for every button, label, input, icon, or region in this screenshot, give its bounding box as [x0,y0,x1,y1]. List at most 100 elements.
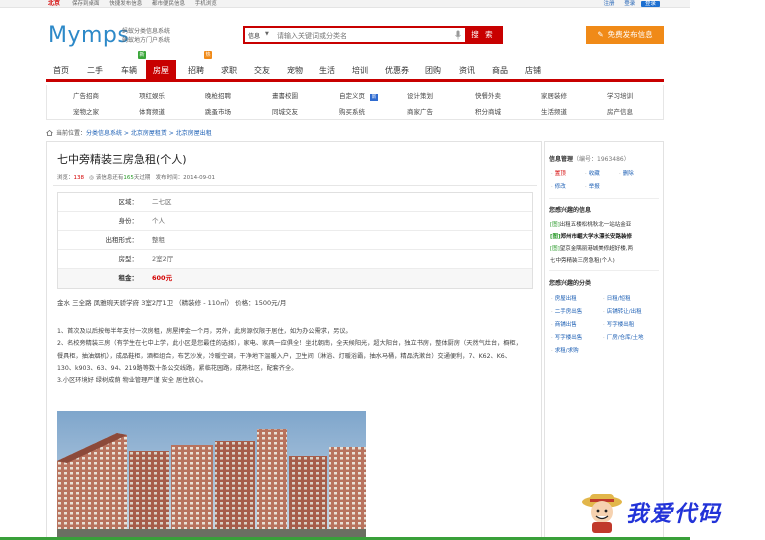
subnav-link[interactable]: 生活频道 [541,106,567,116]
free-post-button[interactable]: ✎ 免费发布信息 [586,26,664,44]
action-edit[interactable]: 修改 [551,182,566,190]
category-link[interactable]: 日租/短租 [603,294,631,302]
category-link[interactable]: 店铺转让/出租 [603,307,642,315]
info-value: 个人 [152,217,165,225]
search-input[interactable] [277,29,457,42]
nav-item-training[interactable]: 培训 [345,60,375,79]
subnav-link[interactable]: 项红娱乐 [139,90,165,100]
valid-prefix: ◎ 该信息还有 [89,175,124,181]
sidebar: 信息管理（编号：1963486） 置顶 收藏 删除 修改 举报 您感兴趣的信息 … [544,141,664,540]
subnav-link[interactable]: 广告招商 [73,90,99,100]
chevron-down-icon[interactable]: ▼ [265,31,269,37]
divider [549,198,659,199]
post-description: 1、首次及以后按每半年支付一次房租，房屋押金一个月，另外，此房源仅限于居住，如为… [57,326,527,387]
city-selector[interactable]: 北京 [48,0,60,7]
category-link[interactable]: 写字楼出租 [603,320,635,328]
top-links: 保存到桌面 快捷发布信息 都市便民信息 手机浏览 [72,0,225,7]
action-delete[interactable]: 删除 [619,169,634,177]
subnav-link[interactable]: 畫書校園 [272,90,298,100]
search-category-select[interactable]: 信息 [248,31,260,40]
subnav-link[interactable]: 同城交友 [272,106,298,116]
desc-paragraph: 3.小区环境好 绿树成荫 物业管理严谨 安全 居住放心。 [57,377,207,385]
category-link[interactable]: 二手房出售 [551,307,583,315]
subnav-link[interactable]: 快餐外卖 [475,90,501,100]
breadcrumb-path[interactable]: 分类信息系统 > 北京房屋租赁 > 北京房屋出租 [86,130,212,137]
info-key: 出租形式： [105,236,139,244]
nav-item-news[interactable]: 资讯 [452,60,482,79]
nav-item-groupbuy[interactable]: 团购 [418,60,448,79]
subnav-link[interactable]: 晚枪招聘 [205,90,231,100]
site-logo[interactable]: Mymps [48,23,129,48]
site-header: Mymps 蚂蚁分类信息系统 蚂蚁地方门户系统 信息 ▼ 搜 索 ✎免费发布信息 [0,9,690,61]
free-post-label: 免费发布信息 [607,30,653,39]
login-button[interactable]: 登录 [640,1,660,7]
list-item[interactable]: [图]郑州市崛大学水漂长安路装修 [550,232,660,240]
info-row: 出租形式： 整租 [58,231,532,250]
list-item[interactable]: 七中旁精装三房急租(个人) [550,256,660,264]
subnav-link[interactable]: 体育频道 [139,106,165,116]
nav-item-house[interactable]: 房屋 [146,60,176,79]
category-link[interactable]: 房屋出租 [551,294,577,302]
subnav-link[interactable]: 积分商城 [475,106,501,116]
subnav-link[interactable]: 房产信息 [607,106,633,116]
subnav-link[interactable]: 商家广告 [407,106,433,116]
subnav-link[interactable]: 自定义页 [339,90,365,100]
info-row: 身份： 个人 [58,212,532,231]
home-icon [46,130,53,136]
pirate-mascot-icon [582,494,622,533]
action-favorite[interactable]: 收藏 [585,169,600,177]
top-link-quick-post[interactable]: 快捷发布信息 [109,1,142,7]
category-link[interactable]: 求租/求购 [551,346,579,354]
nav-item-home[interactable]: 首页 [46,60,76,79]
nav-item-shops[interactable]: 店铺 [518,60,548,79]
manage-title: 信息管理（编号：1963486） [549,156,630,163]
info-row: 区域： 二七区 [58,193,532,212]
top-link-save-desktop[interactable]: 保存到桌面 [72,1,100,7]
category-link[interactable]: 厂房/仓库/土地 [603,333,644,341]
property-summary: 金水 三全路 凤雅琬天骄学府 3室2厅1卫 （精装修 - 110㎡） 价格：15… [57,299,287,307]
property-photo[interactable] [57,411,366,540]
post-detail: 七中旁精装三房急租(个人) 浏览：138 ◎ 该信息还有165天过期 发布时间：… [46,141,542,540]
sub-nav: 广告招商 项红娱乐 晚枪招聘 畫書校園 自定义页 新 设计策划 快餐外卖 家居装… [46,85,664,120]
subnav-link[interactable]: 学习培训 [607,90,633,100]
info-key: 租金： [118,274,139,282]
nav-item-jobseek[interactable]: 求职 [214,60,244,79]
search-button[interactable]: 搜 索 [465,28,501,42]
category-link[interactable]: 写字楼出售 [551,333,583,341]
action-top[interactable]: 置顶 [551,169,566,177]
desc-paragraph: 2、名校旁精装三房（有学生在七中上学，此小区是您最佳的选择），家电、家具一应俱全… [57,340,522,372]
top-link-mobile[interactable]: 手机浏览 [195,1,217,7]
logo-subtitle: 蚂蚁分类信息系统 蚂蚁地方门户系统 [122,27,170,45]
info-key: 身份： [118,217,139,225]
nav-item-dating[interactable]: 交友 [247,60,277,79]
nav-item-life[interactable]: 生活 [312,60,342,79]
login-link[interactable]: 登录 [624,1,635,7]
top-link-city-info[interactable]: 都市便民信息 [152,1,185,7]
subnav-link[interactable]: 设计策划 [407,90,433,100]
list-item[interactable]: [图]望京金隅丽港城美修超好楼,两 [550,244,660,252]
nav-badge-new: 新 [138,51,146,59]
info-value: 二七区 [152,198,172,206]
nav-item-vehicle[interactable]: 车辆 [114,60,144,79]
register-link[interactable]: 注册 [603,1,614,7]
valid-days: 165 [123,175,134,181]
nav-item-goods[interactable]: 商品 [485,60,515,79]
subnav-link[interactable]: 家居装修 [541,90,567,100]
nav-item-recruit[interactable]: 招聘 [181,60,211,79]
nav-item-coupons[interactable]: 优惠券 [379,60,415,79]
category-title: 您感兴趣的分类 [549,280,592,287]
subnav-link[interactable]: 宠物之家 [73,106,99,116]
list-item[interactable]: [图]出租五楼松桃秋北一站站金亚 [550,220,660,228]
logo-subtitle-line1: 蚂蚁分类信息系统 [122,28,171,35]
subnav-link[interactable]: 购买系统 [339,106,365,116]
info-row: 房型： 2室2厅 [58,250,532,269]
watermark: 我爱代码 [580,488,750,538]
nav-item-pets[interactable]: 宠物 [280,60,310,79]
category-link[interactable]: 商铺出售 [551,320,577,328]
breadcrumb-prefix: 当前位置： [56,130,87,137]
microphone-icon[interactable] [455,30,461,40]
action-report[interactable]: 举报 [585,182,600,190]
subnav-link[interactable]: 跳蚤市场 [205,106,231,116]
nav-item-secondhand[interactable]: 二手 [80,60,110,79]
post-meta: 浏览：138 ◎ 该信息还有165天过期 发布时间：2014-09-01 [57,173,215,181]
